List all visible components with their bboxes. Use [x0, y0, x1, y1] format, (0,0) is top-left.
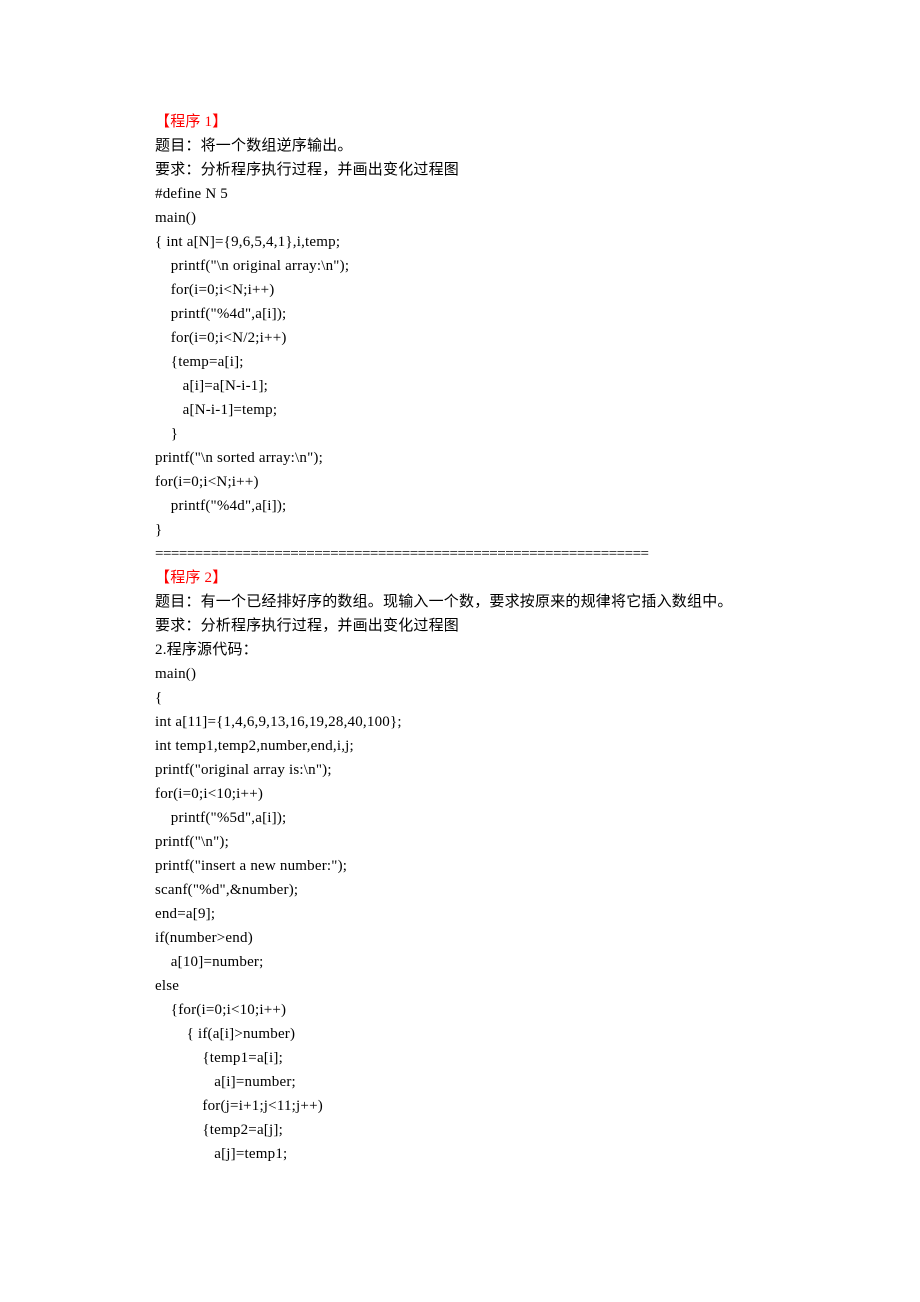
code-line: int temp1,temp2,number,end,i,j;	[155, 734, 770, 758]
code-line: #define N 5	[155, 182, 770, 206]
program-2-heading: 【程序 2】	[155, 566, 770, 590]
code-line: {temp1=a[i];	[155, 1046, 770, 1070]
code-line: {for(i=0;i<10;i++)	[155, 998, 770, 1022]
code-line: {temp2=a[j];	[155, 1118, 770, 1142]
code-line: if(number>end)	[155, 926, 770, 950]
code-line: printf("\n");	[155, 830, 770, 854]
code-line: for(i=0;i<N;i++)	[155, 470, 770, 494]
code-line: for(j=i+1;j<11;j++)	[155, 1094, 770, 1118]
code-line: {temp=a[i];	[155, 350, 770, 374]
code-line: { if(a[i]>number)	[155, 1022, 770, 1046]
code-line: else	[155, 974, 770, 998]
code-line: }	[155, 422, 770, 446]
code-line: a[j]=temp1;	[155, 1142, 770, 1166]
code-line: main()	[155, 662, 770, 686]
code-line: printf("original array is:\n");	[155, 758, 770, 782]
code-line: int a[11]={1,4,6,9,13,16,19,28,40,100};	[155, 710, 770, 734]
code-line: for(i=0;i<N;i++)	[155, 278, 770, 302]
code-line: 2.程序源代码：	[155, 638, 770, 662]
code-line: a[i]=number;	[155, 1070, 770, 1094]
code-line: printf("%4d",a[i]);	[155, 494, 770, 518]
separator-line: ========================================…	[155, 542, 770, 566]
code-line: printf("insert a new number:");	[155, 854, 770, 878]
code-line: for(i=0;i<10;i++)	[155, 782, 770, 806]
code-line: end=a[9];	[155, 902, 770, 926]
code-line: printf("%5d",a[i]);	[155, 806, 770, 830]
code-line: 题目：有一个已经排好序的数组。现输入一个数，要求按原来的规律将它插入数组中。	[155, 590, 770, 614]
code-line: main()	[155, 206, 770, 230]
program-1-heading: 【程序 1】	[155, 110, 770, 134]
code-line: a[i]=a[N-i-1];	[155, 374, 770, 398]
document-page: 【程序 1】 题目：将一个数组逆序输出。 要求：分析程序执行过程，并画出变化过程…	[0, 0, 920, 1302]
code-line: 要求：分析程序执行过程，并画出变化过程图	[155, 158, 770, 182]
code-line: a[10]=number;	[155, 950, 770, 974]
code-line: 题目：将一个数组逆序输出。	[155, 134, 770, 158]
code-line: printf("\n original array:\n");	[155, 254, 770, 278]
code-line: scanf("%d",&number);	[155, 878, 770, 902]
code-line: printf("\n sorted array:\n");	[155, 446, 770, 470]
code-line: for(i=0;i<N/2;i++)	[155, 326, 770, 350]
code-line: 要求：分析程序执行过程，并画出变化过程图	[155, 614, 770, 638]
code-line: }	[155, 518, 770, 542]
code-line: {	[155, 686, 770, 710]
code-line: printf("%4d",a[i]);	[155, 302, 770, 326]
code-line: a[N-i-1]=temp;	[155, 398, 770, 422]
code-line: { int a[N]={9,6,5,4,1},i,temp;	[155, 230, 770, 254]
